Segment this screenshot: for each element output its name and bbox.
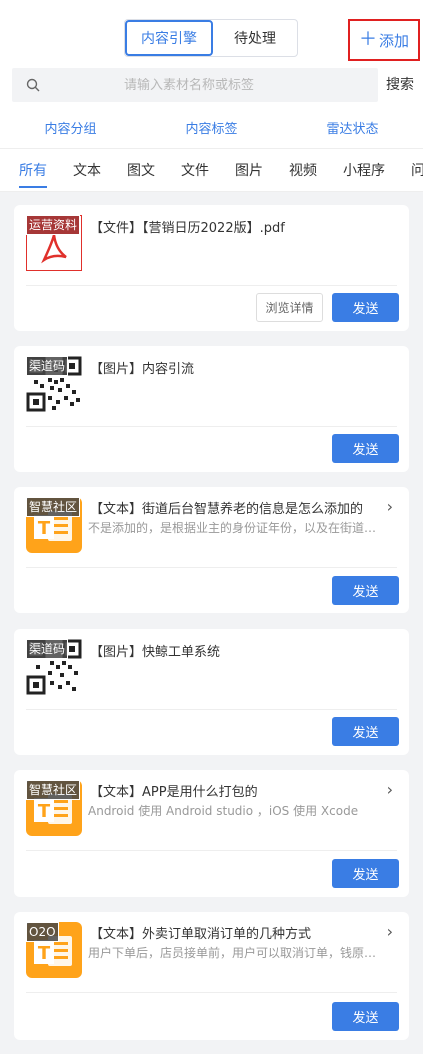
search-row: 搜索 (0, 64, 423, 106)
add-button-label: 添加 (378, 31, 409, 50)
tab-file[interactable]: 文件 (174, 149, 216, 191)
tab-rich-text[interactable]: 图文 (120, 149, 162, 191)
item-description: 不是添加的，是根据业主的身份证年份，以及在街道后台录入 (88, 521, 388, 535)
chevron-right-icon[interactable]: › (387, 922, 393, 941)
divider (26, 567, 397, 568)
svg-text:T: T (38, 518, 51, 539)
svg-text:T: T (38, 801, 51, 822)
divider (26, 426, 397, 427)
tab-qa[interactable]: 问答 (404, 149, 423, 191)
list-item[interactable]: 渠道码 【图片】内容引流 发送 (14, 346, 409, 472)
tab-text[interactable]: 文本 (66, 149, 108, 191)
list-item[interactable]: T 智慧社区 【文本】街道后台智慧养老的信息是怎么添加的 不是添加的，是根据业主… (14, 487, 409, 613)
tab-image[interactable]: 图片 (228, 149, 270, 191)
segment-pending[interactable]: 待处理 (213, 20, 297, 56)
category-badge: 智慧社区 (26, 497, 81, 517)
pdf-icon: 运营资料 (26, 215, 82, 271)
send-button[interactable]: 发送 (332, 576, 399, 605)
view-detail-button[interactable]: 浏览详情 (256, 293, 323, 322)
search-button[interactable]: 搜索 (386, 74, 414, 94)
category-badge: 渠道码 (26, 356, 69, 376)
category-badge: 智慧社区 (26, 780, 81, 800)
text-doc-icon: T O2O (26, 922, 82, 978)
item-title: 【文本】街道后台智慧养老的信息是怎么添加的 (90, 502, 364, 517)
svg-text:T: T (38, 943, 51, 964)
send-button[interactable]: 发送 (332, 717, 399, 746)
filter-bar: 内容分组 内容标签 雷达状态 (0, 106, 423, 148)
qrcode-icon: 渠道码 (26, 356, 82, 412)
segment-control: 内容引擎 待处理 (124, 19, 298, 57)
chevron-right-icon[interactable]: › (387, 780, 393, 799)
filter-content-tag[interactable]: 内容标签 (141, 106, 282, 148)
qrcode-icon: 渠道码 (26, 639, 82, 695)
add-button[interactable]: ＋ 添加 (348, 19, 420, 61)
item-title: 【图片】快鲸工单系统 (90, 645, 221, 660)
type-tabs: 所有 文本 图文 文件 图片 视频 小程序 问答 (0, 148, 423, 192)
divider (26, 992, 397, 993)
category-badge: 运营资料 (26, 215, 81, 235)
divider (26, 709, 397, 710)
filter-radar-status[interactable]: 雷达状态 (282, 106, 423, 148)
item-description: 用户下单后，店员接单前，用户可以取消订单，钱原路退回 (88, 946, 388, 960)
list-item[interactable]: 渠道码 【图片】快鲸工单系统 发送 (14, 629, 409, 755)
send-button[interactable]: 发送 (332, 859, 399, 888)
divider (26, 285, 397, 286)
filter-content-group[interactable]: 内容分组 (0, 106, 141, 148)
list-item[interactable]: T 智慧社区 【文本】APP是用什么打包的 Android 使用 Android… (14, 770, 409, 897)
top-bar: 内容引擎 待处理 ＋ 添加 (0, 0, 423, 64)
tab-mini-program[interactable]: 小程序 (336, 149, 392, 191)
tab-video[interactable]: 视频 (282, 149, 324, 191)
segment-content-engine[interactable]: 内容引擎 (125, 20, 213, 56)
item-title: 【文本】外卖订单取消订单的几种方式 (90, 927, 312, 942)
list-item[interactable]: T O2O 【文本】外卖订单取消订单的几种方式 用户下单后，店员接单前，用户可以… (14, 912, 409, 1040)
search-icon (26, 78, 40, 92)
item-title: 【文件】【营销日历2022版】.pdf (90, 221, 285, 236)
tab-all[interactable]: 所有 (12, 149, 54, 191)
category-badge: 渠道码 (26, 639, 69, 659)
item-description: Android 使用 Android studio ，iOS 使用 Xcode (88, 804, 359, 818)
item-title: 【图片】内容引流 (90, 362, 195, 377)
search-box (12, 68, 378, 102)
search-input[interactable] (40, 77, 378, 93)
category-badge: O2O (26, 922, 59, 942)
send-button[interactable]: 发送 (332, 434, 399, 463)
plus-icon: ＋ (358, 29, 377, 50)
list-item[interactable]: 运营资料 【文件】【营销日历2022版】.pdf 浏览详情 发送 (14, 205, 409, 331)
send-button[interactable]: 发送 (332, 1002, 399, 1031)
item-title: 【文本】APP是用什么打包的 (90, 785, 258, 800)
text-doc-icon: T 智慧社区 (26, 497, 82, 553)
text-doc-icon: T 智慧社区 (26, 780, 82, 836)
chevron-right-icon[interactable]: › (387, 497, 393, 516)
send-button[interactable]: 发送 (332, 293, 399, 322)
divider (26, 850, 397, 851)
